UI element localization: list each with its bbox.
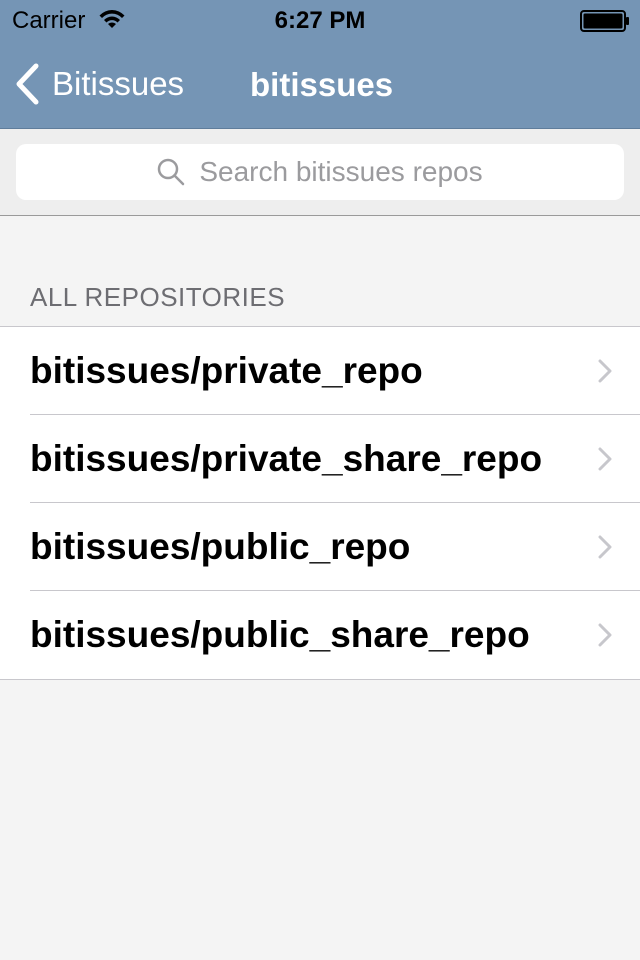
list-item[interactable]: bitissues/private_share_repo [0, 415, 640, 503]
header: Carrier 6:27 PM Bitissues bitissues [0, 0, 640, 129]
chevron-right-icon [598, 447, 612, 471]
search-placeholder: Search bitissues repos [199, 156, 483, 187]
back-button-label: Bitissues [52, 65, 185, 102]
chevron-left-icon [16, 63, 39, 105]
page-title: bitissues [250, 66, 394, 103]
battery-icon [580, 10, 629, 32]
status-bar: Carrier 6:27 PM [0, 0, 640, 40]
chevron-right-icon [598, 359, 612, 383]
list-item[interactable]: bitissues/public_share_repo [0, 591, 640, 679]
list-item[interactable]: bitissues/private_repo [0, 327, 640, 415]
repository-name: bitissues/public_repo [30, 526, 411, 567]
search-icon [158, 158, 185, 186]
repository-name: bitissues/private_repo [30, 350, 423, 391]
repository-name: bitissues/public_share_repo [30, 614, 530, 655]
chevron-right-icon [598, 623, 612, 647]
section-header: ALL REPOSITORIES [30, 282, 286, 312]
repository-list: bitissues/private_repo bitissues/private… [0, 326, 640, 680]
search-input[interactable]: Search bitissues repos [16, 144, 624, 200]
chevron-right-icon [598, 535, 612, 559]
back-button[interactable]: Bitissues [14, 62, 184, 106]
status-time: 6:27 PM [274, 7, 366, 34]
list-item[interactable]: bitissues/public_repo [0, 503, 640, 591]
repository-name: bitissues/private_share_repo [30, 438, 543, 479]
search-bar: Search bitissues repos [0, 129, 640, 216]
navigation-bar: Bitissues bitissues [0, 40, 640, 128]
